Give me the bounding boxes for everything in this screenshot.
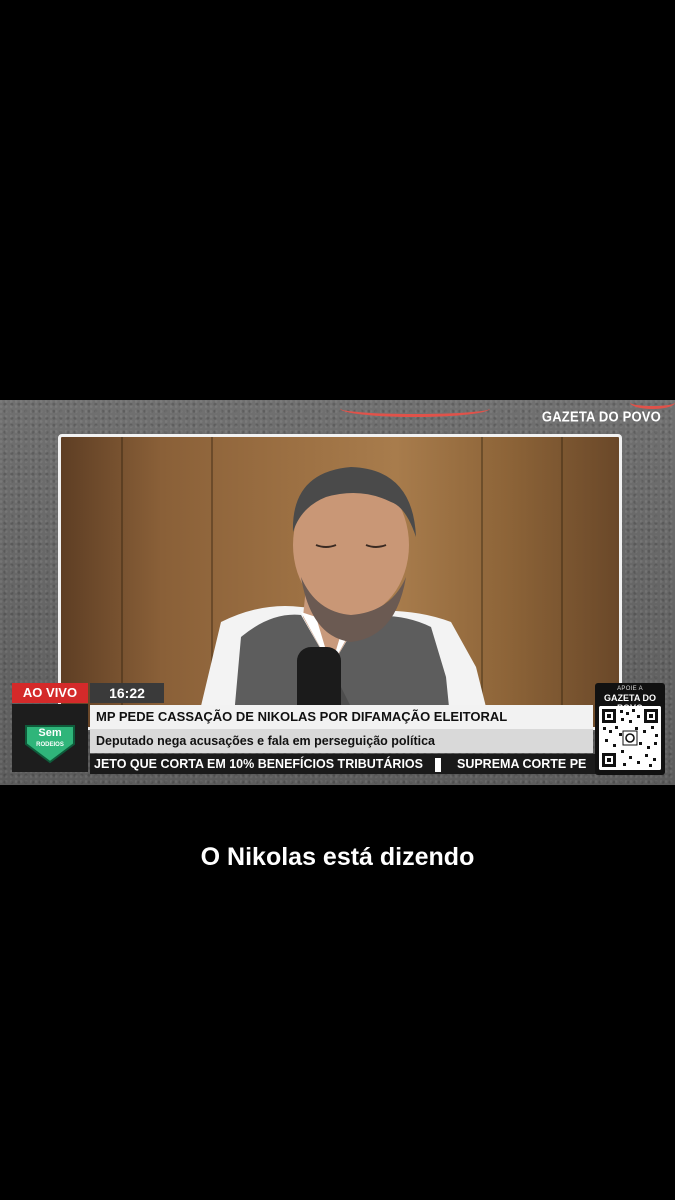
- brand-logo: GAZETA DO POVO: [541, 408, 661, 425]
- headline: MP PEDE CASSAÇÃO DE NIKOLAS POR DIFAMAÇÃ…: [90, 705, 593, 729]
- ticker-item: JETO QUE CORTA EM 10% BENEFÍCIOS TRIBUTÁ…: [94, 757, 423, 771]
- qr-caption: APOIE A: [617, 686, 643, 692]
- qr-panel: APOIE A GAZETA DO POVO: [595, 683, 665, 775]
- logo-text: RODEIOS: [36, 742, 64, 748]
- live-badge: AO VIVO: [12, 683, 88, 703]
- ticker-item: SUPREMA CORTE PE: [456, 757, 587, 771]
- lower-third: AO VIVO 16:22 Sem RODEIOS MP PEDE CASSAÇ…: [10, 683, 665, 783]
- video-caption: O Nikolas está dizendo: [200, 843, 475, 871]
- logo-text: Sem: [38, 727, 61, 739]
- subheadline: Deputado nega acusações e fala em perseg…: [90, 729, 593, 753]
- video-frame: GAZETA DO POVO AO VIVO 16:22 Sem RODEIOS…: [0, 400, 675, 785]
- decorative-stroke: [340, 400, 490, 417]
- show-logo: Sem RODEIOS: [12, 704, 88, 772]
- clock-time: 16:22: [90, 683, 164, 703]
- qr-code-icon: [599, 706, 661, 770]
- news-ticker: JETO QUE CORTA EM 10% BENEFÍCIOS TRIBUTÁ…: [90, 754, 601, 774]
